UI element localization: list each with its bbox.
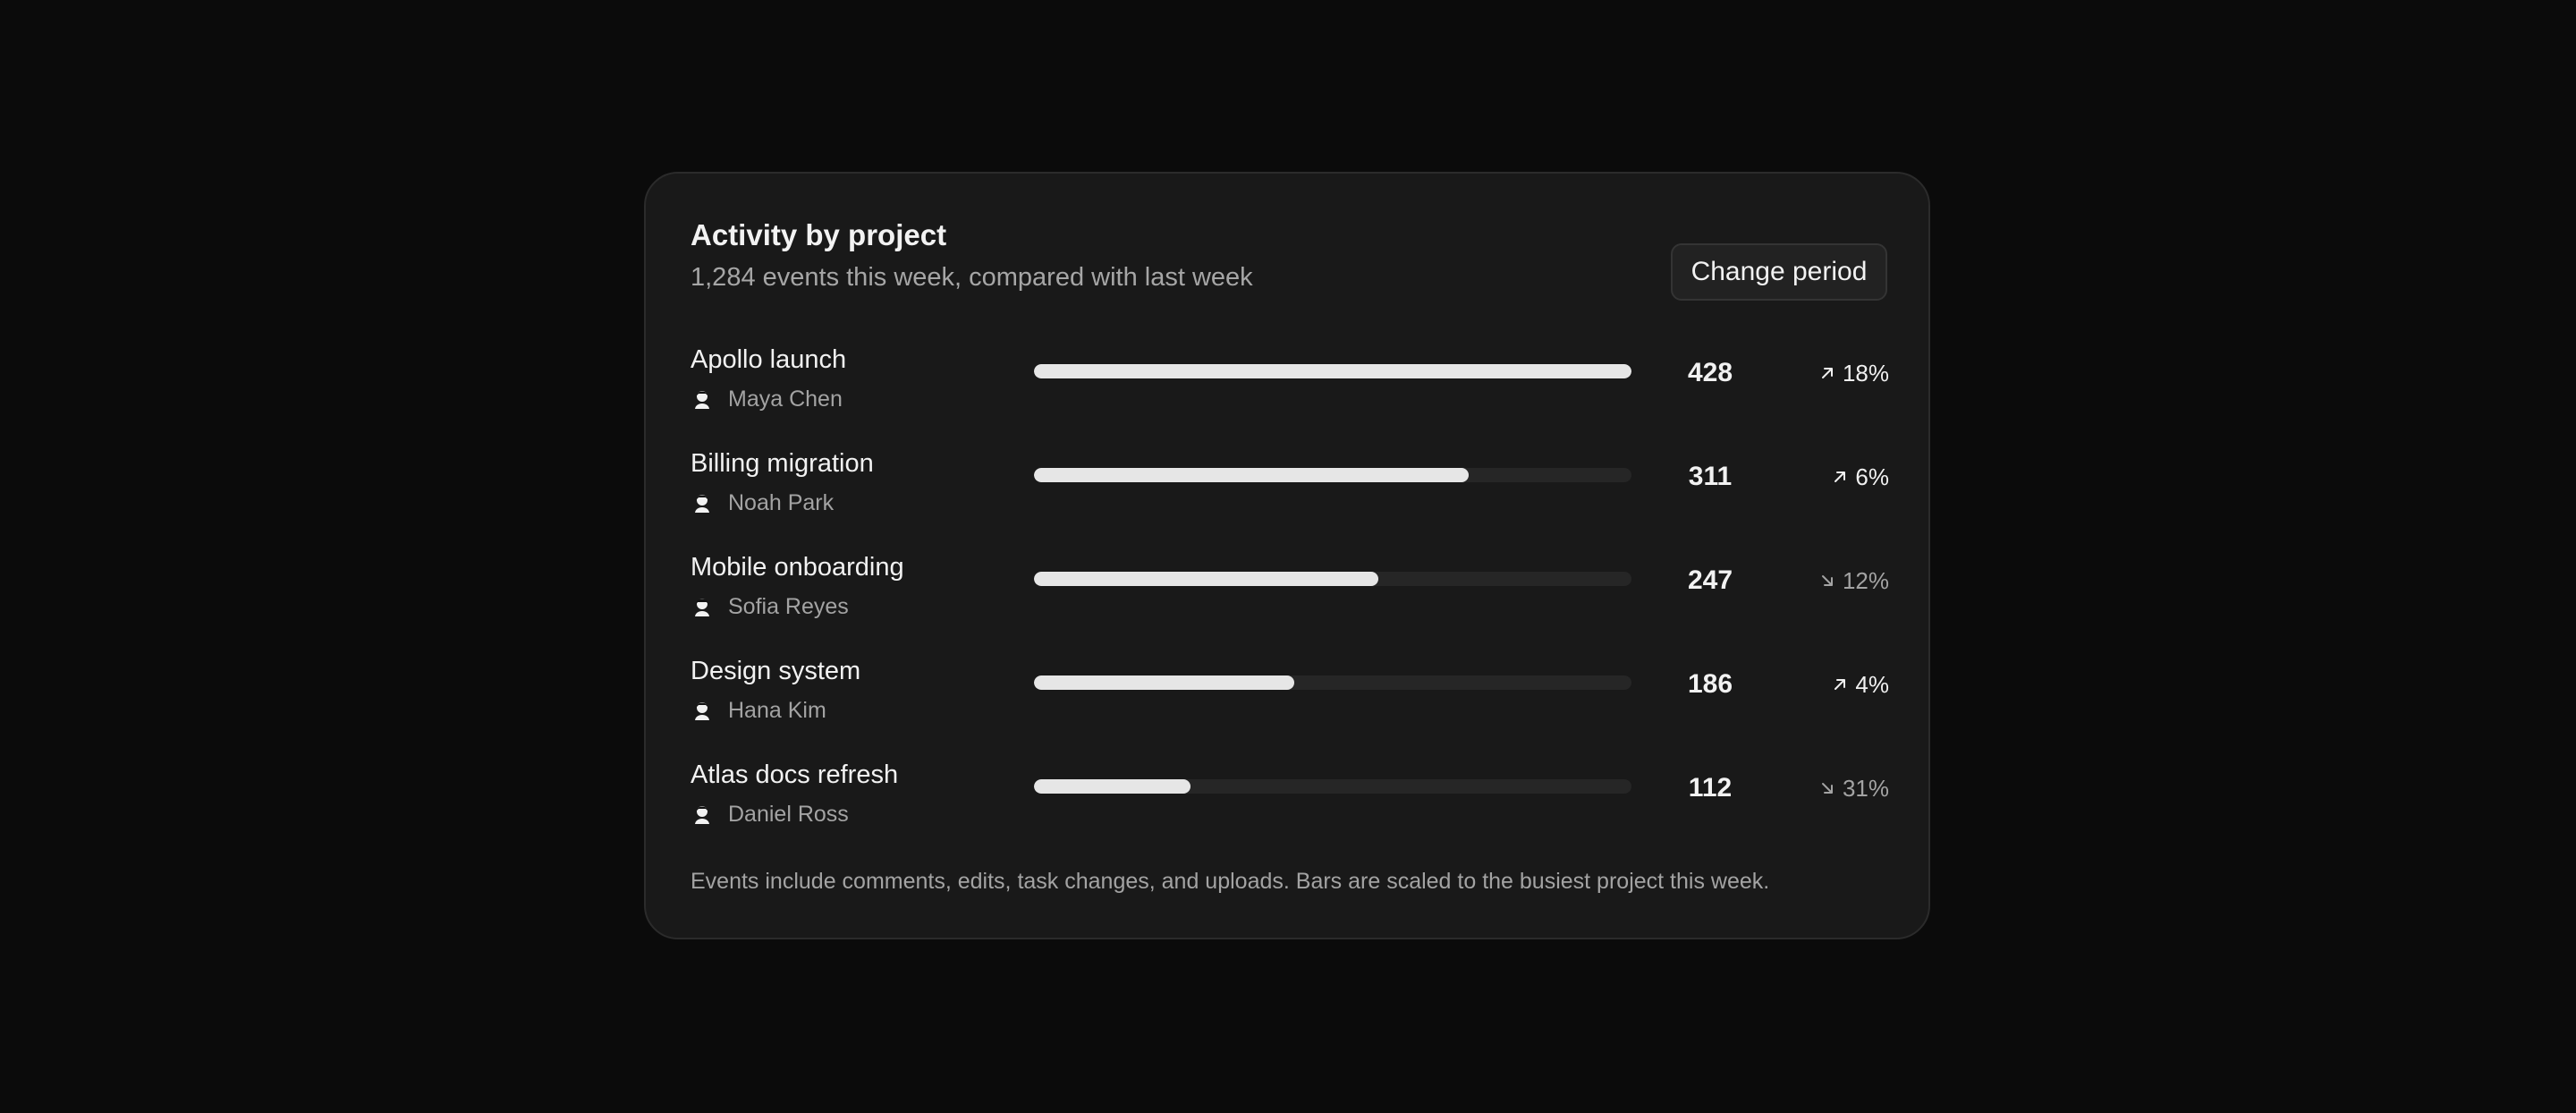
activity-bar-fill (1034, 572, 1379, 586)
project-row: Design system Hana Kim 186 4% (691, 658, 1889, 730)
arrow-down-right-icon (1821, 575, 1833, 586)
event-count: 428 (1687, 358, 1733, 387)
trend-value: 4% (1855, 671, 1889, 698)
project-row: Billing migration Noah Park 311 6% (691, 451, 1889, 523)
activity-bar-track (1034, 779, 1631, 794)
trend-value: 31% (1842, 775, 1889, 802)
project-row: Apollo launch Maya Chen 428 18% (691, 347, 1889, 419)
trend-delta: 18% (1819, 361, 1889, 385)
owner-name: Daniel Ross (728, 801, 849, 827)
owner-name: Maya Chen (728, 386, 843, 412)
trend-delta: 4% (1832, 673, 1889, 696)
owner-name: Sofia Reyes (728, 593, 849, 619)
activity-bar-track (1034, 364, 1631, 378)
project-name: Billing migration (691, 449, 874, 478)
trend-delta: 6% (1832, 465, 1889, 489)
project-row: Atlas docs refresh Daniel Ross 112 31% (691, 762, 1889, 834)
card-title: Activity by project (691, 218, 947, 251)
activity-bar-track (1034, 572, 1631, 586)
trend-delta: 12% (1819, 569, 1889, 592)
project-owner: Noah Park (691, 490, 834, 515)
person-avatar-icon (695, 391, 709, 409)
event-count: 247 (1687, 565, 1733, 595)
project-name: Apollo launch (691, 345, 847, 374)
event-count: 112 (1688, 773, 1733, 803)
person-avatar-icon (695, 806, 709, 824)
project-owner: Maya Chen (691, 387, 843, 412)
event-count: 311 (1688, 462, 1733, 491)
event-count: 186 (1687, 669, 1733, 699)
person-avatar-icon (695, 495, 709, 513)
project-owner: Hana Kim (691, 698, 826, 723)
activity-bar-fill (1034, 779, 1191, 794)
card-footnote: Events include comments, edits, task cha… (691, 869, 1770, 894)
project-owner: Daniel Ross (691, 802, 849, 827)
activity-card: Activity by project 1,284 events this we… (644, 172, 1930, 939)
arrow-up-right-icon (1835, 472, 1846, 482)
project-owner: Sofia Reyes (691, 594, 849, 619)
trend-value: 6% (1855, 463, 1889, 490)
change-period-button[interactable]: Change period (1671, 243, 1887, 301)
owner-name: Hana Kim (728, 697, 826, 723)
project-name: Mobile onboarding (691, 553, 904, 582)
activity-bar-fill (1034, 468, 1469, 482)
owner-name: Noah Park (728, 489, 835, 515)
trend-value: 12% (1842, 567, 1889, 594)
activity-bar-track (1034, 675, 1631, 690)
activity-bar-track (1034, 468, 1631, 482)
person-avatar-icon (695, 702, 709, 720)
card-subtitle: 1,284 events this week, compared with la… (691, 263, 1253, 292)
arrow-up-right-icon (1821, 368, 1833, 378)
project-name: Atlas docs refresh (691, 760, 899, 789)
arrow-down-right-icon (1821, 783, 1833, 794)
person-avatar-icon (695, 599, 709, 616)
activity-bar-fill (1034, 675, 1294, 690)
project-row: Mobile onboarding Sofia Reyes 247 12% (691, 555, 1889, 626)
arrow-up-right-icon (1835, 679, 1846, 690)
trend-value: 18% (1842, 360, 1889, 387)
trend-delta: 31% (1819, 777, 1889, 800)
activity-bar-fill (1034, 364, 1631, 378)
project-name: Design system (691, 657, 861, 685)
